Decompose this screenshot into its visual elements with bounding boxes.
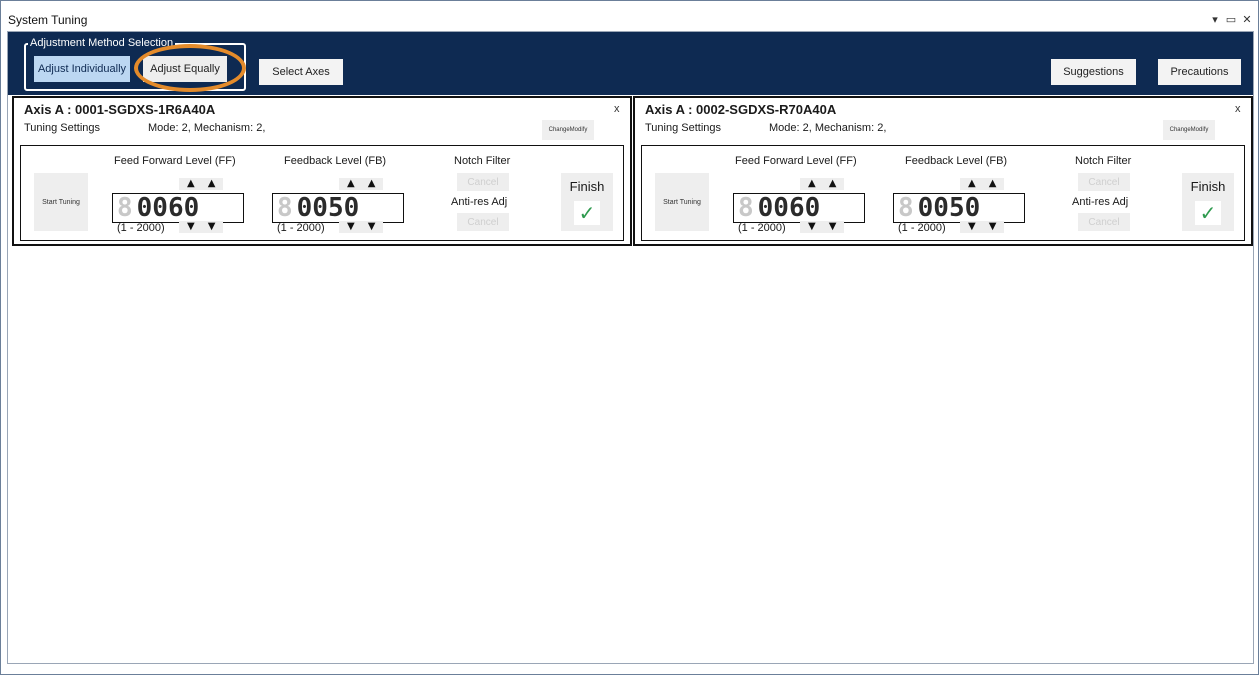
ff-down-arrow-icon[interactable]: ▼ [808,221,816,233]
tuning-controls: Start Tuning Feed Forward Level (FF) Fee… [641,145,1245,241]
system-tuning-window: System Tuning ▾ ▭ ✕ Adjustment Method Se… [0,0,1259,675]
restore-icon[interactable]: ▭ [1225,13,1237,26]
ff-range-label: (1 - 2000) [117,222,165,234]
ff-up-arrows: ▲ ▲ [179,178,224,190]
display-digit: 8 [738,193,754,223]
precautions-button[interactable]: Precautions [1158,59,1241,85]
fb-down-arrow-icon[interactable]: ▼ [347,221,355,233]
start-tuning-button[interactable]: Start Tuning [34,173,88,231]
notch-filter-label: Notch Filter [1075,155,1132,167]
fb-down-arrows: ▼ ▼ [960,221,1005,233]
adjustment-toolbar: Adjustment Method Selection Adjust Indiv… [8,32,1253,95]
tuning-controls: Start Tuning Feed Forward Level (FF) Fee… [20,145,624,241]
axis-panel-2: Axis A : 0002-SGDXS-R70A40A x Tuning Set… [633,96,1253,246]
tuning-settings-label: Tuning Settings [645,122,722,134]
adjust-equally-button[interactable]: Adjust Equally [143,56,227,82]
ff-up-arrow-icon[interactable]: ▲ [829,178,837,190]
antires-cancel-button[interactable]: Cancel [1078,213,1130,231]
select-axes-button[interactable]: Select Axes [259,59,343,85]
ff-down-arrow-icon[interactable]: ▼ [187,221,195,233]
finish-label: Finish [569,179,605,194]
window-menu-icon[interactable]: ▾ [1209,13,1221,26]
empty-workspace [8,247,1253,663]
close-axis-button[interactable]: x [1235,103,1241,115]
ff-level-value: 0060 [136,193,200,223]
notch-cancel-button[interactable]: Cancel [457,173,509,191]
suggestions-button[interactable]: Suggestions [1051,59,1136,85]
display-digit: 8 [277,193,293,223]
ff-down-arrow-icon[interactable]: ▼ [208,221,216,233]
window-title: System Tuning [8,13,88,27]
fb-down-arrow-icon[interactable]: ▼ [968,221,976,233]
fb-level-display[interactable]: 8 0050 [272,193,404,223]
adjustment-method-label: Adjustment Method Selection [28,37,176,49]
fb-level-label: Feedback Level (FB) [905,155,1008,167]
fb-range-label: (1 - 2000) [277,222,325,234]
ff-down-arrows: ▼ ▼ [800,221,845,233]
fb-level-label: Feedback Level (FB) [284,155,387,167]
ff-level-display[interactable]: 8 0060 [112,193,244,223]
tuning-settings-label: Tuning Settings [24,122,101,134]
fb-up-arrows: ▲ ▲ [960,178,1005,190]
fb-level-value: 0050 [296,193,360,223]
axis-title: Axis A : 0002-SGDXS-R70A40A [645,102,837,117]
change-modify-button[interactable]: ChangeModify [542,120,594,140]
fb-up-arrow-icon[interactable]: ▲ [347,178,355,190]
axis-panel-1: Axis A : 0001-SGDXS-1R6A40A x Tuning Set… [12,96,632,246]
title-bar: System Tuning ▾ ▭ ✕ [2,2,1257,29]
ff-up-arrow-icon[interactable]: ▲ [187,178,195,190]
ff-range-label: (1 - 2000) [738,222,786,234]
fb-level-value: 0050 [917,193,981,223]
display-digit: 8 [898,193,914,223]
tuning-content: Adjustment Method Selection Adjust Indiv… [7,31,1254,664]
mode-mechanism-label: Mode: 2, Mechanism: 2, [769,122,887,134]
ff-down-arrows: ▼ ▼ [179,221,224,233]
ff-level-label: Feed Forward Level (FF) [114,155,236,167]
axis-title: Axis A : 0001-SGDXS-1R6A40A [24,102,216,117]
antires-cancel-button[interactable]: Cancel [457,213,509,231]
ff-up-arrow-icon[interactable]: ▲ [808,178,816,190]
checkmark-icon: ✓ [1195,201,1221,225]
change-modify-button[interactable]: ChangeModify [1163,120,1215,140]
checkmark-icon: ✓ [574,201,600,225]
notch-filter-label: Notch Filter [454,155,511,167]
fb-down-arrow-icon[interactable]: ▼ [989,221,997,233]
finish-label: Finish [1190,179,1226,194]
display-digit: 8 [117,193,133,223]
notch-cancel-button[interactable]: Cancel [1078,173,1130,191]
fb-range-label: (1 - 2000) [898,222,946,234]
fb-level-display[interactable]: 8 0050 [893,193,1025,223]
antires-adj-label: Anti-res Adj [451,196,508,208]
fb-down-arrow-icon[interactable]: ▼ [368,221,376,233]
fb-up-arrow-icon[interactable]: ▲ [368,178,376,190]
mode-mechanism-label: Mode: 2, Mechanism: 2, [148,122,266,134]
ff-up-arrows: ▲ ▲ [800,178,845,190]
adjust-individually-button[interactable]: Adjust Individually [34,56,130,82]
fb-down-arrows: ▼ ▼ [339,221,384,233]
close-axis-button[interactable]: x [614,103,620,115]
start-tuning-button[interactable]: Start Tuning [655,173,709,231]
ff-up-arrow-icon[interactable]: ▲ [208,178,216,190]
finish-button[interactable]: Finish ✓ [561,173,613,231]
fb-up-arrow-icon[interactable]: ▲ [968,178,976,190]
finish-button[interactable]: Finish ✓ [1182,173,1234,231]
close-icon[interactable]: ✕ [1241,13,1253,26]
fb-up-arrows: ▲ ▲ [339,178,384,190]
fb-up-arrow-icon[interactable]: ▲ [989,178,997,190]
ff-level-value: 0060 [757,193,821,223]
ff-level-label: Feed Forward Level (FF) [735,155,857,167]
antires-adj-label: Anti-res Adj [1072,196,1129,208]
ff-down-arrow-icon[interactable]: ▼ [829,221,837,233]
ff-level-display[interactable]: 8 0060 [733,193,865,223]
